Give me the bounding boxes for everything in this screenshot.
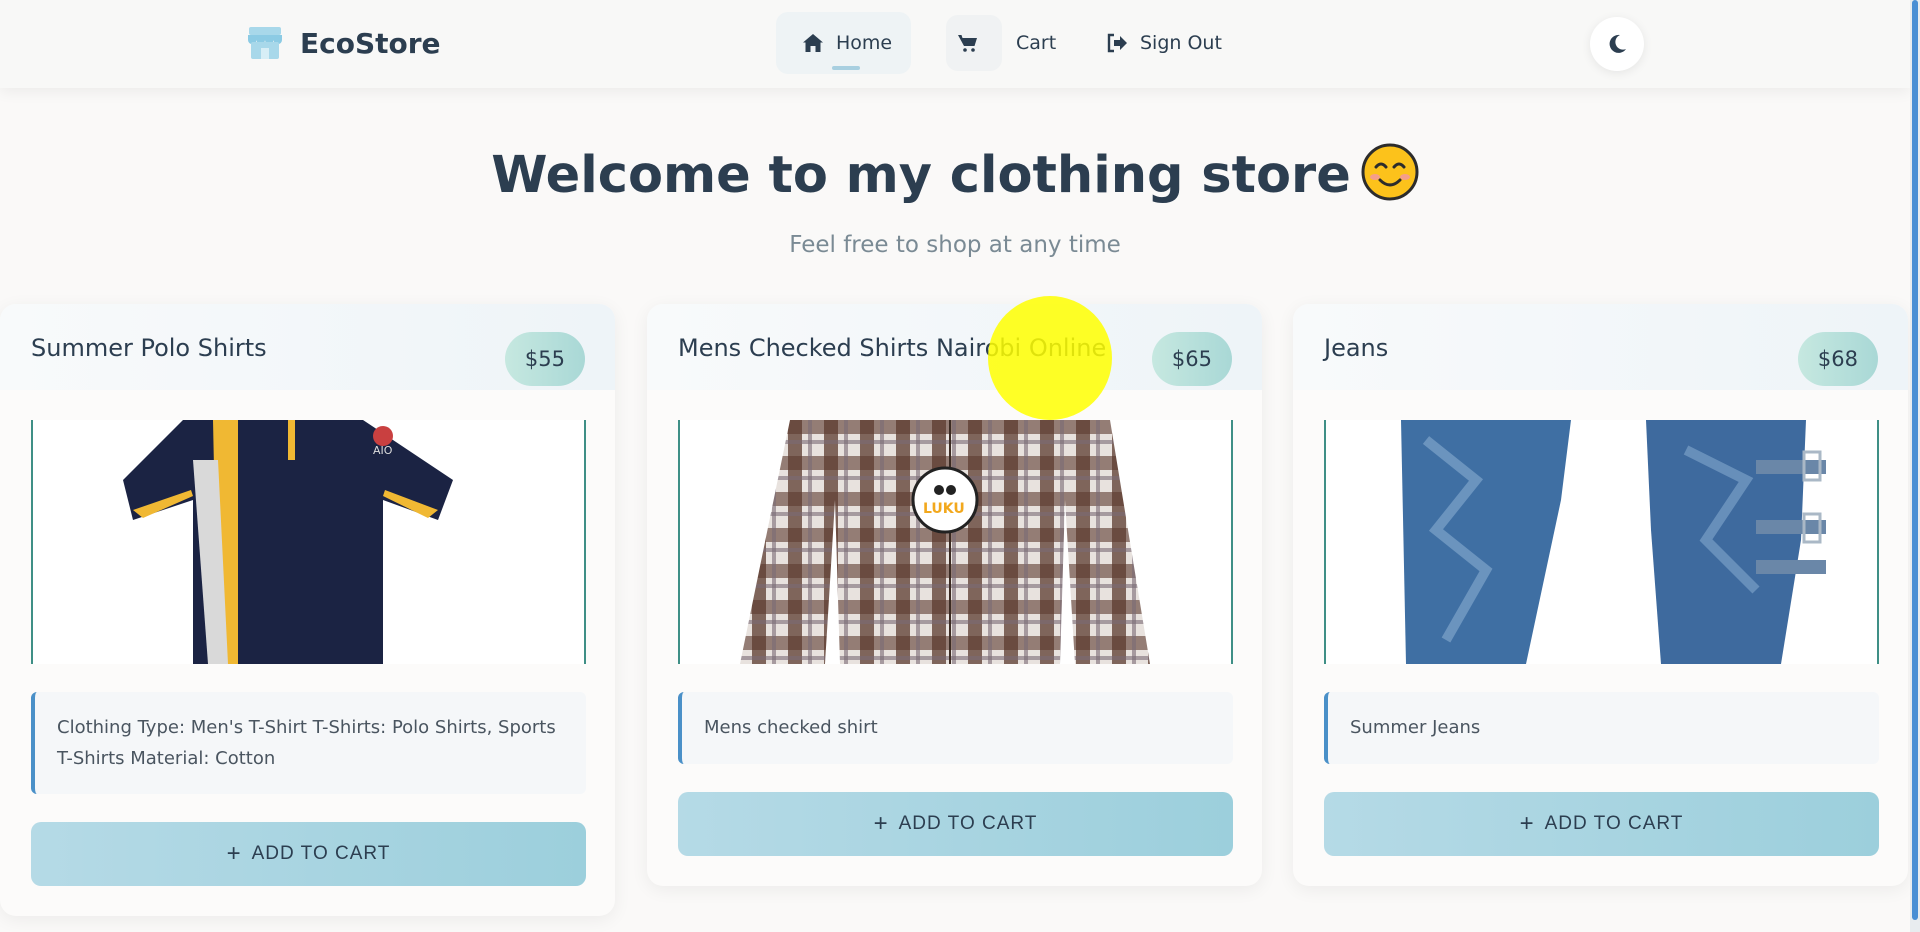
card-header: Summer Polo Shirts $55 [0, 304, 615, 390]
scrollbar-thumb[interactable] [1912, 0, 1918, 920]
checked-shirt-image: LUKU [680, 420, 1231, 664]
cart-icon [958, 35, 977, 52]
page-title: Welcome to my clothing store [0, 143, 1910, 207]
add-to-cart-button[interactable]: + ADD TO CART [1324, 792, 1879, 856]
moon-icon [1609, 34, 1626, 53]
add-to-cart-button[interactable]: + ADD TO CART [678, 792, 1233, 856]
brand-logo[interactable]: EcoStore [246, 25, 441, 61]
store-icon [246, 25, 284, 61]
product-card-checked-shirt: Mens Checked Shirts Nairobi Online $65 L… [647, 304, 1262, 886]
page-subtitle: Feel free to shop at any time [789, 232, 1121, 258]
top-navbar: EcoStore Home Cart Sign Out [0, 0, 1910, 88]
nav-cart[interactable]: Cart [946, 12, 1056, 74]
price-badge: $55 [504, 332, 585, 386]
plus-icon: + [873, 810, 889, 837]
plus-icon: + [226, 840, 242, 867]
product-image-jeans[interactable] [1324, 420, 1879, 664]
sign-out-icon [1107, 33, 1127, 53]
add-to-cart-label: ADD TO CART [1544, 813, 1684, 834]
page-scrollbar[interactable] [1910, 0, 1920, 932]
add-to-cart-label: ADD TO CART [251, 843, 391, 864]
product-title: Jeans [1324, 334, 1389, 362]
product-card-jeans: Jeans $68 Summer Jeans + ADD TO CART [1293, 304, 1908, 886]
brand-name: EcoStore [300, 26, 441, 60]
nav-signout-label: Sign Out [1140, 32, 1222, 54]
theme-toggle-button[interactable] [1590, 17, 1644, 71]
active-indicator [832, 66, 860, 70]
product-image-polo[interactable]: AIO [31, 420, 586, 664]
card-header: Jeans $68 [1293, 304, 1908, 390]
add-to-cart-label: ADD TO CART [898, 813, 1038, 834]
price-badge: $68 [1797, 332, 1878, 386]
nav-signout[interactable]: Sign Out [1106, 12, 1222, 74]
polo-shirt-image: AIO [33, 420, 584, 664]
jeans-image [1326, 420, 1877, 664]
cursor-highlight [988, 296, 1112, 420]
product-card-summer-polo: Summer Polo Shirts $55 AIO Clothing Type… [0, 304, 615, 916]
nav-cart-label: Cart [1016, 32, 1057, 54]
nav-home[interactable]: Home [776, 12, 911, 74]
svg-text:AIO: AIO [373, 444, 393, 457]
product-title: Summer Polo Shirts [31, 334, 267, 362]
svg-text:LUKU: LUKU [923, 501, 965, 517]
page-title-text: Welcome to my clothing store [491, 146, 1351, 205]
smiling-face-emoji-icon [1361, 143, 1419, 201]
price-badge: $65 [1151, 332, 1232, 386]
add-to-cart-button[interactable]: + ADD TO CART [31, 822, 586, 886]
product-description: Summer Jeans [1324, 692, 1879, 764]
product-description: Mens checked shirt [678, 692, 1233, 764]
product-description: Clothing Type: Men's T-Shirt T-Shirts: P… [31, 692, 586, 794]
card-header: Mens Checked Shirts Nairobi Online $65 [647, 304, 1262, 390]
home-icon [803, 34, 823, 52]
nav-home-label: Home [836, 32, 893, 54]
product-image-checked-shirt[interactable]: LUKU [678, 420, 1233, 664]
cart-icon-box [946, 15, 1002, 71]
plus-icon: + [1519, 810, 1535, 837]
